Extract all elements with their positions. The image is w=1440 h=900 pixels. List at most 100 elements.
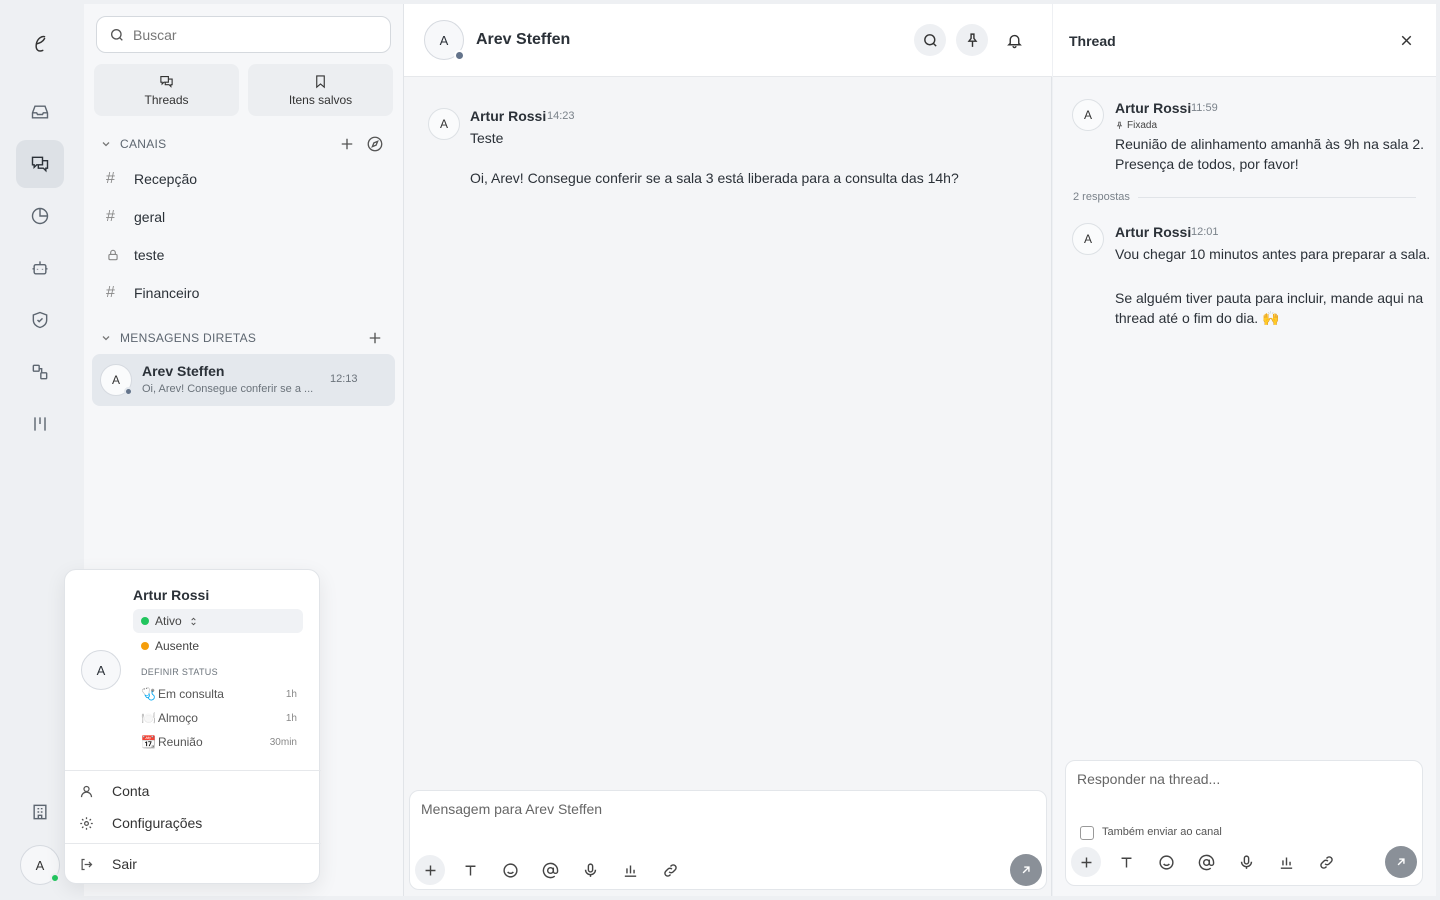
thread-reply-author[interactable]: Artur Rossi bbox=[1115, 224, 1191, 240]
send-reply-button[interactable] bbox=[1385, 846, 1417, 878]
send-button[interactable] bbox=[1010, 854, 1042, 886]
status-away-option[interactable]: Ausente bbox=[133, 634, 303, 658]
rail-kanban-button[interactable] bbox=[16, 400, 64, 448]
channel-name: Financeiro bbox=[134, 285, 200, 301]
status-active-option[interactable]: Ativo bbox=[133, 609, 303, 633]
workflow-icon bbox=[32, 364, 48, 380]
message-author[interactable]: Artur Rossi bbox=[470, 108, 546, 124]
thread-reply-input[interactable]: Responder na thread... bbox=[1077, 771, 1220, 787]
message-text: Teste bbox=[470, 130, 504, 146]
settings-menu-item[interactable]: Configurações bbox=[65, 807, 321, 839]
bar-chart-icon bbox=[1280, 857, 1292, 869]
presence-dot bbox=[124, 387, 133, 396]
user-avatar-button[interactable]: A bbox=[20, 845, 60, 885]
attach-button[interactable] bbox=[1071, 847, 1101, 877]
message-composer[interactable]: Mensagem para Arev Steffen bbox=[409, 790, 1047, 890]
dm-item-arev-steffen[interactable]: A Arev Steffen Oi, Arev! Consegue confer… bbox=[92, 354, 395, 406]
chevron-down-icon bbox=[102, 336, 110, 341]
preset-duration: 1h bbox=[285, 712, 297, 724]
threads-label: Threads bbox=[144, 92, 189, 107]
app-logo[interactable] bbox=[26, 28, 54, 60]
rail-integrations-button[interactable] bbox=[16, 348, 64, 396]
explore-compass-icon[interactable] bbox=[366, 135, 384, 153]
close-thread-button[interactable] bbox=[1390, 24, 1422, 56]
link-button[interactable] bbox=[1314, 850, 1338, 874]
channel-item-recepcao[interactable]: # Recepção bbox=[92, 162, 395, 196]
rail-chat-button[interactable] bbox=[16, 140, 64, 188]
logout-menu-item[interactable]: Sair bbox=[65, 848, 321, 880]
popover-avatar: A bbox=[81, 650, 121, 690]
also-send-label: Também enviar ao canal bbox=[1102, 826, 1222, 838]
threads-button[interactable]: Threads bbox=[94, 64, 239, 116]
search-messages-button[interactable] bbox=[914, 24, 946, 56]
pinned-messages-button[interactable] bbox=[956, 24, 988, 56]
pinned-badge: Fixada bbox=[1115, 120, 1157, 131]
composer-input[interactable]: Mensagem para Arev Steffen bbox=[421, 801, 602, 817]
also-send-checkbox[interactable] bbox=[1080, 826, 1094, 840]
poll-button[interactable] bbox=[618, 858, 642, 882]
avatar: A bbox=[100, 364, 133, 396]
text-format-icon bbox=[1121, 857, 1131, 867]
search-input[interactable] bbox=[133, 26, 373, 43]
dm-time: 12:13 bbox=[330, 373, 358, 385]
voice-button[interactable] bbox=[1234, 850, 1258, 874]
rail-security-button[interactable] bbox=[16, 296, 64, 344]
status-preset-reuniao[interactable]: 📆 Reunião 30min bbox=[141, 732, 297, 752]
channel-name: geral bbox=[134, 209, 166, 225]
rail-reports-button[interactable] bbox=[16, 192, 64, 240]
bot-icon bbox=[32, 261, 48, 275]
mention-button[interactable] bbox=[538, 858, 562, 882]
dm-section-header[interactable]: MENSAGENS DIRETAS bbox=[100, 326, 390, 350]
thread-reply-text: Vou chegar 10 minutos antes para prepara… bbox=[1115, 246, 1431, 262]
replies-divider: 2 respostas bbox=[1073, 191, 1416, 203]
voice-button[interactable] bbox=[578, 858, 602, 882]
channel-item-teste[interactable]: teste bbox=[92, 238, 395, 272]
contact-avatar-letter: A bbox=[439, 32, 449, 48]
add-dm-icon[interactable] bbox=[366, 329, 384, 347]
add-channel-icon[interactable] bbox=[338, 135, 356, 153]
thread-parent-author[interactable]: Artur Rossi bbox=[1115, 100, 1191, 116]
kanban-icon bbox=[34, 417, 46, 431]
channels-section-header[interactable]: CANAIS bbox=[100, 132, 390, 156]
status-preset-em-consulta[interactable]: 🩺 Em consulta 1h bbox=[141, 684, 297, 704]
mention-button[interactable] bbox=[1194, 850, 1218, 874]
building-icon bbox=[33, 804, 47, 820]
emoji-button[interactable] bbox=[498, 858, 522, 882]
avatar-letter: A bbox=[111, 373, 120, 387]
dm-name: Arev Steffen bbox=[142, 363, 225, 379]
channels-section-title: CANAIS bbox=[120, 137, 167, 151]
settings-label: Configurações bbox=[112, 815, 203, 831]
presence-dot bbox=[50, 873, 60, 883]
search-box[interactable] bbox=[96, 16, 391, 53]
bar-chart-icon bbox=[624, 865, 636, 877]
link-button[interactable] bbox=[658, 858, 682, 882]
send-arrow-icon bbox=[1397, 858, 1405, 866]
poll-button[interactable] bbox=[1274, 850, 1298, 874]
send-arrow-icon bbox=[1022, 866, 1030, 874]
contact-avatar[interactable]: A bbox=[424, 20, 465, 61]
chat-header: A Arev Steffen bbox=[404, 4, 1052, 77]
notifications-button[interactable] bbox=[998, 24, 1030, 56]
preset-label: Almoço bbox=[157, 711, 198, 725]
format-text-button[interactable] bbox=[458, 858, 482, 882]
channel-item-geral[interactable]: # geral bbox=[92, 200, 395, 234]
status-preset-almoco[interactable]: 🍽️ Almoço 1h bbox=[141, 708, 297, 728]
at-sign-icon bbox=[1198, 854, 1214, 870]
channel-item-financeiro[interactable]: # Financeiro bbox=[92, 276, 395, 310]
rail-bot-button[interactable] bbox=[16, 244, 64, 292]
thread-composer[interactable]: Responder na thread... Também enviar ao … bbox=[1065, 760, 1423, 886]
account-label: Conta bbox=[112, 783, 150, 799]
rail-inbox-button[interactable] bbox=[16, 88, 64, 136]
account-menu-item[interactable]: Conta bbox=[65, 775, 321, 807]
hash-icon: # bbox=[106, 170, 115, 187]
calendar-emoji-icon: 📆 bbox=[141, 735, 156, 749]
emoji-button[interactable] bbox=[1154, 850, 1178, 874]
format-text-button[interactable] bbox=[1114, 850, 1138, 874]
thread-reply-text: Se alguém tiver pauta para incluir, mand… bbox=[1115, 290, 1424, 306]
link-icon bbox=[1319, 855, 1333, 869]
attach-button[interactable] bbox=[415, 855, 445, 885]
threads-icon bbox=[160, 75, 173, 88]
rail-organization-button[interactable] bbox=[16, 788, 64, 836]
thread-parent-avatar: A bbox=[1072, 99, 1104, 131]
saved-items-button[interactable]: Itens salvos bbox=[248, 64, 393, 116]
